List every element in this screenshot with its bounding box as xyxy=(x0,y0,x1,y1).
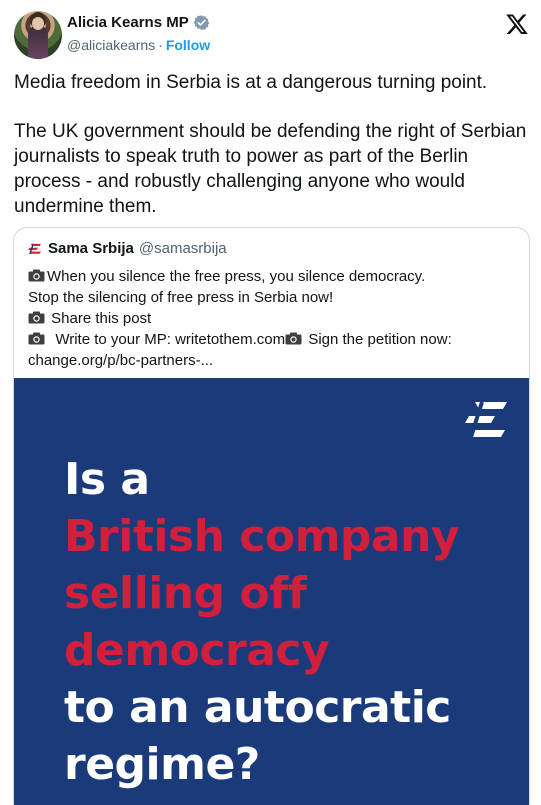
avatar-head xyxy=(32,17,44,30)
headline-line: to an autocratic xyxy=(64,682,451,733)
quoted-author-handle[interactable]: @samasrbija xyxy=(139,240,227,257)
avatar-figure xyxy=(28,25,48,59)
x-logo-icon[interactable] xyxy=(505,12,529,36)
writetothem-link[interactable]: Write to your MP: writetothem.com xyxy=(55,331,285,348)
author-handle[interactable]: @aliciakearns xyxy=(67,37,155,53)
tweet-paragraph: The UK government should be defending th… xyxy=(14,121,527,217)
headline-line: selling off xyxy=(64,568,307,619)
headline-line: Is a xyxy=(64,454,150,505)
author-avatar[interactable] xyxy=(14,11,62,59)
headline-line: democracy xyxy=(64,625,330,676)
sama-srbija-logo-icon xyxy=(465,401,507,438)
separator-dot: · xyxy=(158,37,163,53)
quoted-line: Write to your MP: writetothem.com Sign t… xyxy=(28,329,518,350)
tweet-text: Media freedom in Serbia is at a dangerou… xyxy=(14,70,529,219)
quoted-tweet-card[interactable]: Sama Srbija @samasrbija When you silence… xyxy=(13,227,530,805)
follow-button[interactable]: Follow xyxy=(166,37,210,53)
quoted-line: Stop the silencing of free press in Serb… xyxy=(28,289,334,306)
verified-badge-icon xyxy=(193,15,210,30)
quoted-line: When you silence the free press, you sil… xyxy=(28,266,518,287)
author-name-row: Alicia Kearns MP xyxy=(67,14,210,31)
quoted-author-row: Sama Srbija @samasrbija xyxy=(28,240,227,257)
camera-icon xyxy=(28,332,45,345)
petition-link[interactable]: change.org/p/bc-partners-... xyxy=(28,350,518,371)
sama-srbija-logo-icon xyxy=(28,243,41,254)
quoted-tweet-image[interactable]: Is a British company selling off democra… xyxy=(14,378,529,805)
headline-line: British company xyxy=(64,511,460,562)
quoted-author-name[interactable]: Sama Srbija xyxy=(48,240,134,257)
camera-icon xyxy=(28,269,45,282)
quoted-line: Share this post xyxy=(28,308,518,329)
camera-icon xyxy=(28,311,45,324)
image-headline: Is a British company selling off democra… xyxy=(64,451,524,793)
author-handle-row: @aliciakearns · Follow xyxy=(67,37,210,53)
author-name[interactable]: Alicia Kearns MP xyxy=(67,14,189,31)
camera-icon xyxy=(285,332,302,345)
tweet-paragraph: Media freedom in Serbia is at a dangerou… xyxy=(14,72,488,93)
headline-line: regime? xyxy=(64,739,260,790)
quoted-tweet-text: When you silence the free press, you sil… xyxy=(28,266,518,371)
